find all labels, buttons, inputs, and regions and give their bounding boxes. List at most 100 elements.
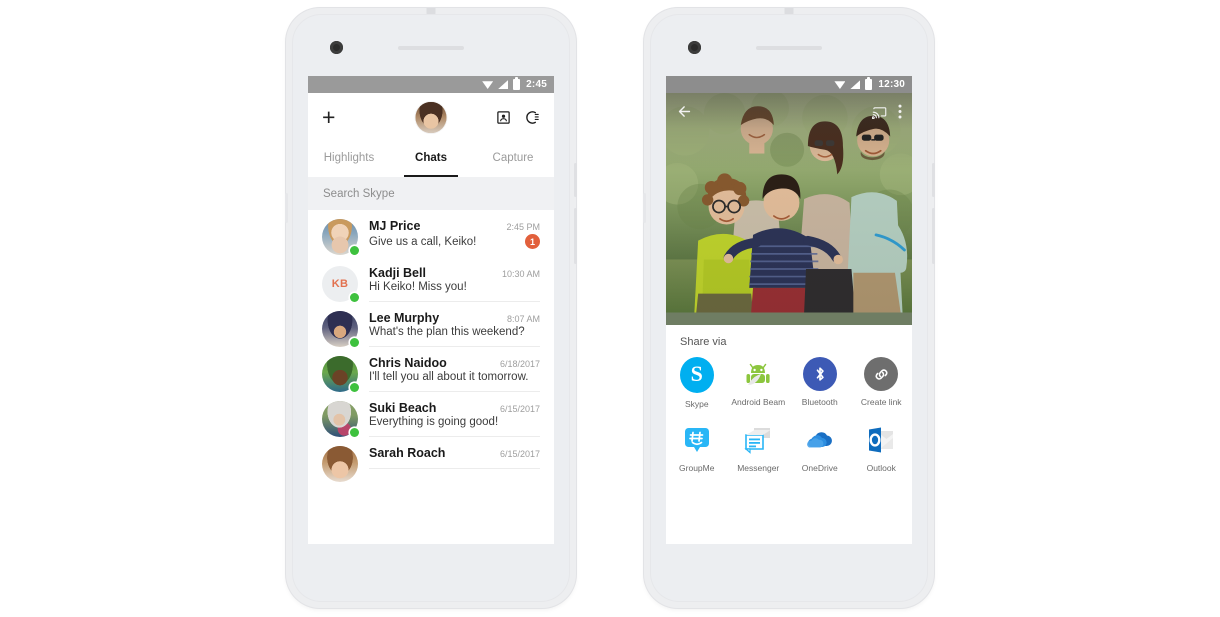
status-time: 12:30: [878, 79, 905, 90]
chat-time: 8:07 AM: [506, 314, 540, 324]
profile-avatar-image: [415, 102, 447, 133]
list-item[interactable]: Sarah Roach 6/15/2017: [308, 437, 554, 482]
chat-preview: Hi Keiko! Miss you!: [369, 281, 467, 293]
share-target-label: Android Beam: [731, 397, 786, 407]
front-camera-icon: [688, 41, 701, 54]
avatar: KB: [322, 266, 359, 302]
phone-left-screen: 2:45 + Highlights Chats Capture Search S…: [308, 76, 554, 544]
search-placeholder: Search Skype: [323, 187, 395, 200]
volume-button[interactable]: [932, 208, 935, 264]
chat-preview: I'll tell you all about it tomorrow.: [369, 371, 529, 383]
bluetooth-icon: [802, 357, 837, 391]
outlook-icon: [864, 423, 898, 457]
avatar: [322, 356, 359, 392]
signal-icon: [850, 80, 861, 89]
phone-right-body: 12:30 Share via S Skype Android Beam Blu…: [650, 14, 928, 602]
call-history-icon[interactable]: [525, 110, 540, 125]
share-target-bluetooth[interactable]: Bluetooth: [789, 357, 851, 409]
photo-viewer[interactable]: [666, 93, 912, 325]
left-side-button[interactable]: [285, 193, 288, 223]
tab-capture[interactable]: Capture: [472, 142, 554, 177]
unread-badge: 1: [525, 234, 540, 249]
chat-preview: What's the plan this weekend?: [369, 326, 525, 338]
front-camera-icon: [330, 41, 343, 54]
back-arrow-icon[interactable]: [676, 103, 693, 120]
chat-time: 6/15/2017: [499, 449, 540, 459]
signal-icon: [498, 80, 509, 89]
search-input[interactable]: Search Skype: [308, 177, 554, 210]
groupme-icon: [680, 423, 714, 457]
skype-app-bar: +: [308, 93, 554, 142]
cast-icon[interactable]: [872, 104, 887, 119]
list-item[interactable]: KB Kadji Bell 10:30 AM Hi Keiko! Miss yo…: [308, 257, 554, 302]
chat-content: Lee Murphy 8:07 AM What's the plan this …: [369, 311, 540, 347]
chat-content: Suki Beach 6/15/2017 Everything is going…: [369, 401, 540, 437]
share-target-label: GroupMe: [679, 463, 715, 473]
list-item[interactable]: Lee Murphy 8:07 AM What's the plan this …: [308, 302, 554, 347]
share-target-label: Outlook: [866, 463, 896, 473]
status-time: 2:45: [526, 79, 547, 90]
avatar: [322, 401, 359, 437]
power-button[interactable]: [574, 163, 577, 197]
chat-name: Suki Beach: [369, 401, 437, 415]
chat-name: Lee Murphy: [369, 311, 440, 325]
chat-content: Sarah Roach 6/15/2017: [369, 446, 540, 469]
share-target-label: Messenger: [737, 463, 780, 473]
volume-button[interactable]: [574, 208, 577, 264]
share-target-label: Bluetooth: [801, 397, 838, 407]
app-bar-actions: [496, 110, 540, 125]
avatar: [322, 446, 358, 482]
share-target-label: Create link: [860, 397, 902, 407]
share-target-label: Skype: [684, 399, 709, 409]
share-sheet-title: Share via: [680, 336, 727, 348]
chat-name: Kadji Bell: [369, 266, 426, 280]
avatar-image: [322, 446, 358, 482]
avatar: [322, 219, 359, 255]
share-target-outlook[interactable]: Outlook: [851, 423, 913, 473]
share-target-onedrive[interactable]: OneDrive: [789, 423, 851, 473]
list-item[interactable]: Suki Beach 6/15/2017 Everything is going…: [308, 392, 554, 437]
phone-left-body: 2:45 + Highlights Chats Capture Search S…: [292, 14, 570, 602]
chat-preview: Give us a call, Keiko!: [369, 235, 477, 248]
presence-online-dot: [350, 428, 359, 437]
battery-icon: [865, 77, 873, 90]
link-icon: [864, 357, 899, 391]
tab-highlights[interactable]: Highlights: [308, 142, 390, 177]
overflow-menu-icon[interactable]: [898, 104, 902, 119]
avatar: [322, 311, 359, 347]
chat-list[interactable]: MJ Price 2:45 PM Give us a call, Keiko! …: [308, 210, 554, 544]
android-beam-icon: [741, 357, 775, 391]
profile-avatar[interactable]: [415, 102, 447, 133]
presence-online-dot: [350, 338, 359, 347]
tab-bar: Highlights Chats Capture: [308, 142, 554, 177]
left-side-button[interactable]: [643, 193, 646, 223]
photo-action-bar: [666, 93, 912, 129]
add-button[interactable]: +: [322, 106, 335, 129]
share-target-messenger[interactable]: Messenger: [728, 423, 790, 473]
presence-online-dot: [350, 293, 359, 302]
list-item[interactable]: Chris Naidoo 6/18/2017 I'll tell you all…: [308, 347, 554, 392]
messenger-icon: [741, 423, 775, 457]
tab-chats[interactable]: Chats: [390, 142, 472, 177]
status-bar-left: 2:45: [308, 76, 554, 93]
skype-icon: S: [679, 357, 714, 393]
battery-icon: [513, 77, 521, 90]
power-button[interactable]: [932, 163, 935, 197]
share-target-android-beam[interactable]: Android Beam: [728, 357, 790, 409]
phone-right: 12:30 Share via S Skype Android Beam Blu…: [643, 8, 935, 608]
share-target-groupme[interactable]: GroupMe: [666, 423, 728, 473]
chat-name: Chris Naidoo: [369, 356, 447, 370]
share-target-label: OneDrive: [801, 463, 838, 473]
chat-name: MJ Price: [369, 219, 421, 233]
list-item[interactable]: MJ Price 2:45 PM Give us a call, Keiko! …: [308, 210, 554, 257]
contacts-icon[interactable]: [496, 110, 511, 125]
share-target-grid: S Skype Android Beam Bluetooth Create li…: [666, 357, 912, 473]
phone-right-screen: 12:30 Share via S Skype Android Beam Blu…: [666, 76, 912, 544]
earpiece-speaker: [398, 46, 464, 50]
chat-time: 6/18/2017: [499, 359, 540, 369]
share-target-skype[interactable]: S Skype: [666, 357, 728, 409]
presence-online-dot: [350, 246, 359, 255]
share-target-create-link[interactable]: Create link: [851, 357, 913, 409]
scene: 2:45 + Highlights Chats Capture Search S…: [0, 0, 1220, 617]
phone-left: 2:45 + Highlights Chats Capture Search S…: [285, 8, 577, 608]
